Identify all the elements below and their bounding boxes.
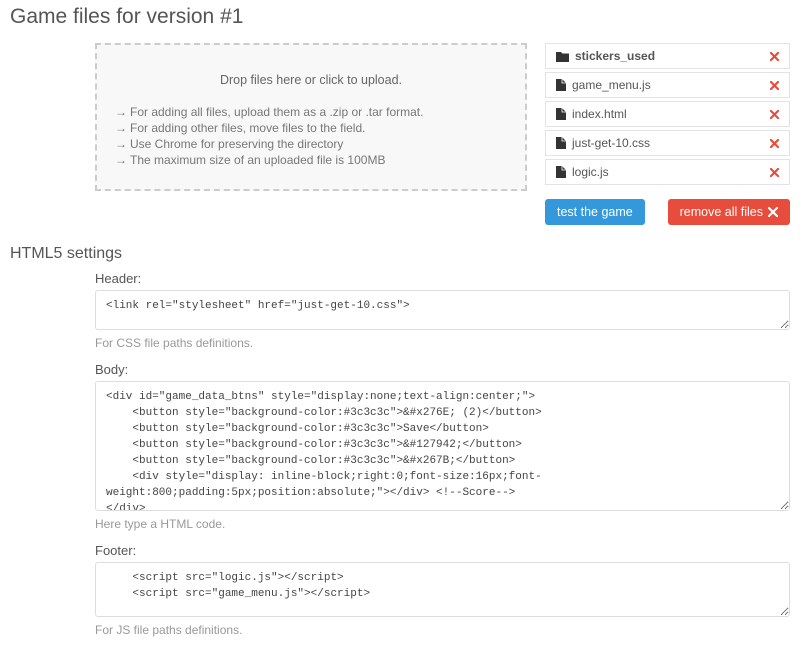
body-help: Here type a HTML code. <box>95 517 790 531</box>
remove-all-label: remove all files <box>680 205 763 219</box>
remove-file-button[interactable] <box>770 52 779 61</box>
file-icon <box>556 79 566 91</box>
body-label: Body: <box>95 362 790 377</box>
test-game-button[interactable]: test the game <box>545 199 645 225</box>
remove-file-button[interactable] <box>770 110 779 119</box>
dropzone-hint: →For adding all files, upload them as a … <box>115 105 507 119</box>
file-row: logic.js <box>545 159 790 185</box>
dropzone-hints: →For adding all files, upload them as a … <box>115 105 507 167</box>
header-textarea[interactable] <box>95 290 790 330</box>
file-name: stickers_used <box>575 49 770 63</box>
header-label: Header: <box>95 271 790 286</box>
file-row: game_menu.js <box>545 72 790 98</box>
dropzone-hint: →For adding other files, move files to t… <box>115 121 507 135</box>
close-icon <box>768 207 778 217</box>
header-help: For CSS file paths definitions. <box>95 336 790 350</box>
remove-file-button[interactable] <box>770 139 779 148</box>
file-icon <box>556 166 566 178</box>
remove-all-files-button[interactable]: remove all files <box>668 199 790 225</box>
page-title: Game files for version #1 <box>10 5 790 29</box>
dropzone-message: Drop files here or click to upload. <box>115 73 507 87</box>
file-dropzone[interactable]: Drop files here or click to upload. →For… <box>95 43 527 191</box>
file-row: stickers_used <box>545 43 790 69</box>
test-game-label: test the game <box>557 205 633 219</box>
file-name: index.html <box>572 107 770 121</box>
dropzone-hint: →The maximum size of an uploaded file is… <box>115 153 507 167</box>
settings-title: HTML5 settings <box>10 245 790 263</box>
footer-help: For JS file paths definitions. <box>95 623 790 637</box>
file-name: logic.js <box>572 165 770 179</box>
file-row: index.html <box>545 101 790 127</box>
remove-file-button[interactable] <box>770 168 779 177</box>
folder-icon <box>556 51 569 62</box>
file-row: just-get-10.css <box>545 130 790 156</box>
file-icon <box>556 137 566 149</box>
file-name: just-get-10.css <box>572 136 770 150</box>
footer-textarea[interactable] <box>95 562 790 617</box>
remove-file-button[interactable] <box>770 81 779 90</box>
dropzone-hint: →Use Chrome for preserving the directory <box>115 137 507 151</box>
file-icon <box>556 108 566 120</box>
file-name: game_menu.js <box>572 78 770 92</box>
footer-label: Footer: <box>95 543 790 558</box>
body-textarea[interactable] <box>95 381 790 511</box>
